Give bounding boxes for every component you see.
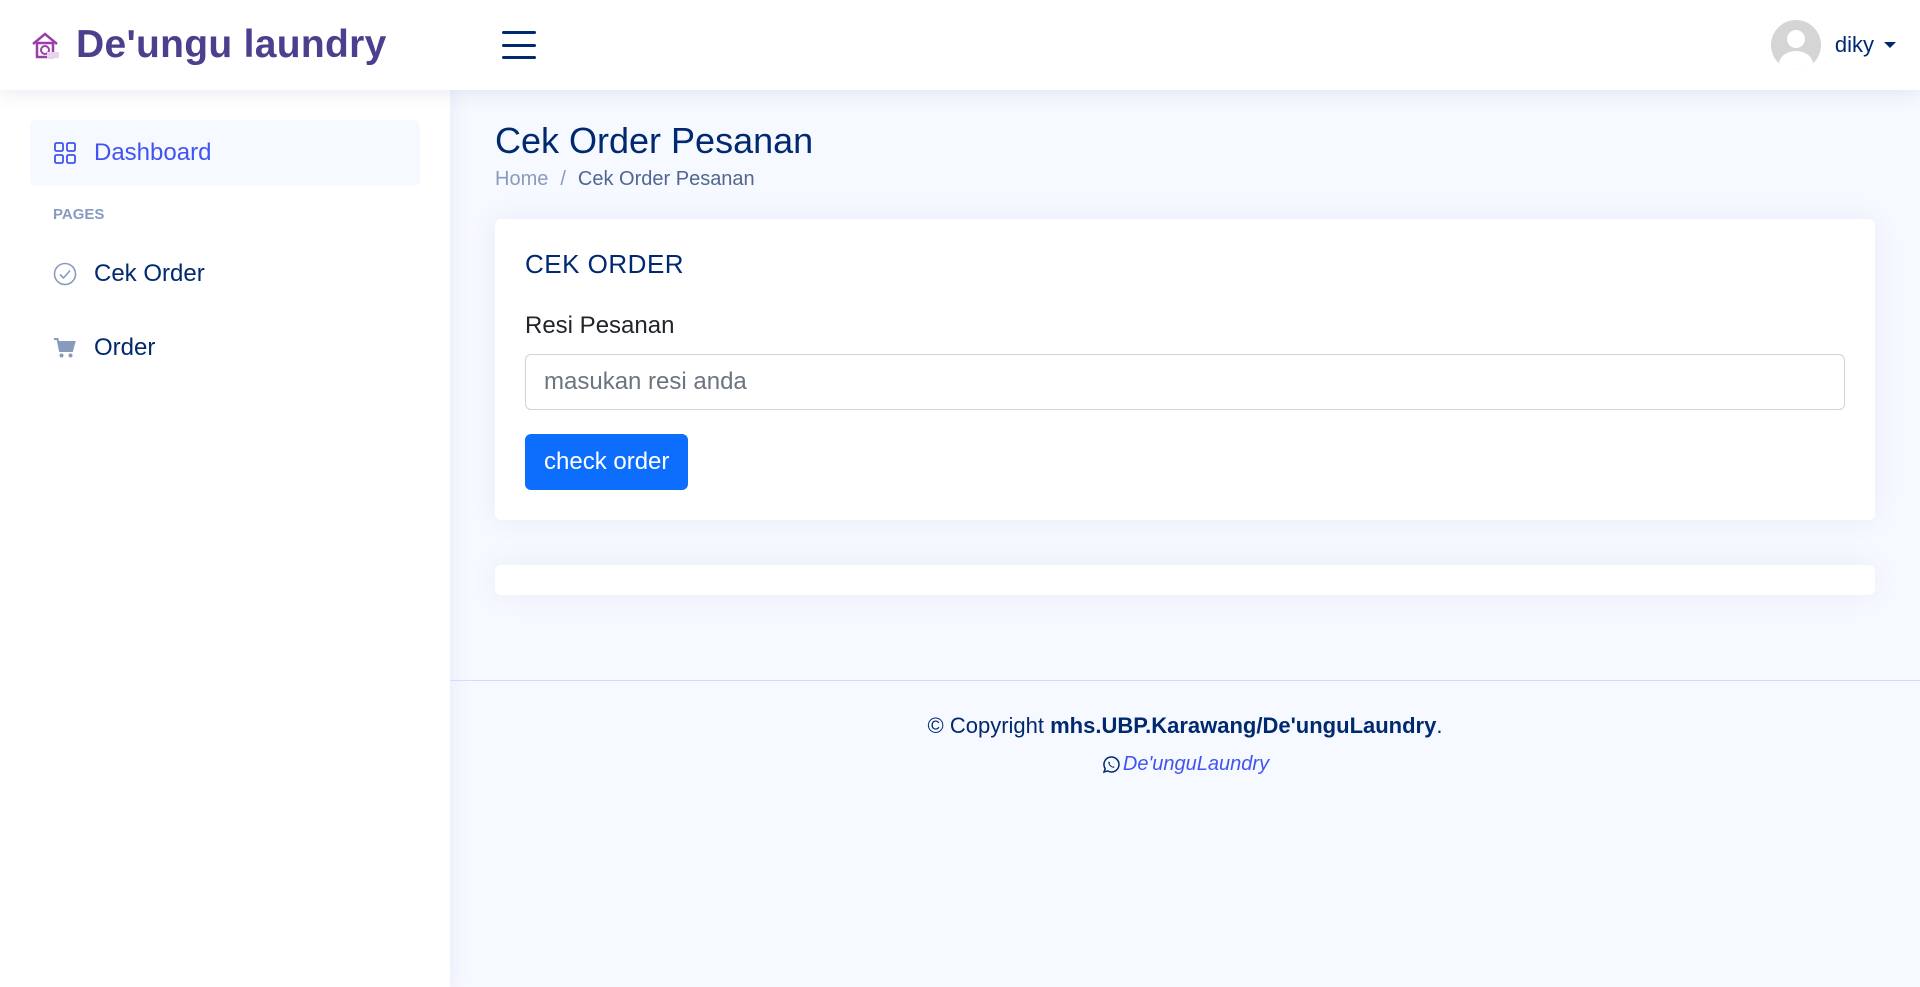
copyright-text: © Copyright mhs.UBP.Karawang/De'unguLaun…	[450, 713, 1920, 739]
hamburger-icon-line	[502, 56, 536, 59]
card-title: CEK ORDER	[525, 249, 685, 279]
copyright-suffix: .	[1436, 713, 1443, 738]
check-order-button[interactable]: check order	[525, 434, 689, 490]
cek-order-card: CEK ORDER Resi Pesanan check order	[495, 219, 1875, 520]
breadcrumb-current: Cek Order Pesanan	[577, 168, 755, 190]
brand-name: De'ungu laundry	[76, 23, 387, 66]
hamburger-icon-line	[502, 43, 536, 47]
result-card	[495, 565, 1875, 595]
copyright-prefix: © Copyright	[927, 713, 1044, 738]
credit-link[interactable]: De'unguLaundry	[1123, 753, 1269, 776]
check-circle-icon	[52, 261, 78, 287]
breadcrumb-home-link[interactable]: Home	[495, 168, 548, 191]
grid-icon	[52, 140, 78, 166]
profile-username: diky	[1834, 32, 1874, 57]
caret-down-icon	[1884, 42, 1896, 48]
sidebar-item-label: Dashboard	[94, 139, 212, 166]
hamburger-icon-line	[502, 31, 536, 34]
sidebar-section-heading: PAGES	[53, 206, 105, 223]
sidebar-item-cek-order[interactable]: Cek Order	[30, 237, 420, 311]
page-title: Cek Order Pesanan	[495, 120, 814, 161]
copyright-owner: mhs.UBP.Karawang/De'unguLaundry	[1050, 713, 1437, 738]
whatsapp-icon	[1102, 755, 1120, 773]
sidebar-item-order[interactable]: Order	[30, 311, 420, 385]
sidebar-item-label: Order	[94, 334, 156, 361]
laundry-house-icon	[32, 32, 59, 59]
sidebar-item-label: Cek Order	[94, 260, 205, 287]
sidebar-item-dashboard[interactable]: Dashboard	[30, 120, 420, 186]
page-title-block: Cek Order Pesanan Home / Cek Order Pesan…	[495, 120, 1876, 191]
sidebar-toggle-button[interactable]	[502, 31, 536, 59]
brand-logo[interactable]: De'ungu laundry	[30, 23, 450, 67]
sidebar: Dashboard PAGES Cek Order Order	[0, 90, 450, 987]
credits: De'unguLaundry	[450, 753, 1920, 776]
profile-dropdown[interactable]: diky	[1770, 20, 1896, 70]
resi-input[interactable]	[525, 354, 1845, 410]
breadcrumb: Home / Cek Order Pesanan	[495, 168, 1876, 191]
breadcrumb-separator: /	[560, 168, 566, 190]
footer: © Copyright mhs.UBP.Karawang/De'unguLaun…	[450, 680, 1920, 776]
resi-field-label: Resi Pesanan	[525, 312, 675, 339]
avatar	[1770, 20, 1821, 70]
cart-icon	[52, 335, 78, 361]
main-content: Cek Order Pesanan Home / Cek Order Pesan…	[450, 90, 1920, 987]
top-header: De'ungu laundry diky	[0, 0, 1920, 90]
